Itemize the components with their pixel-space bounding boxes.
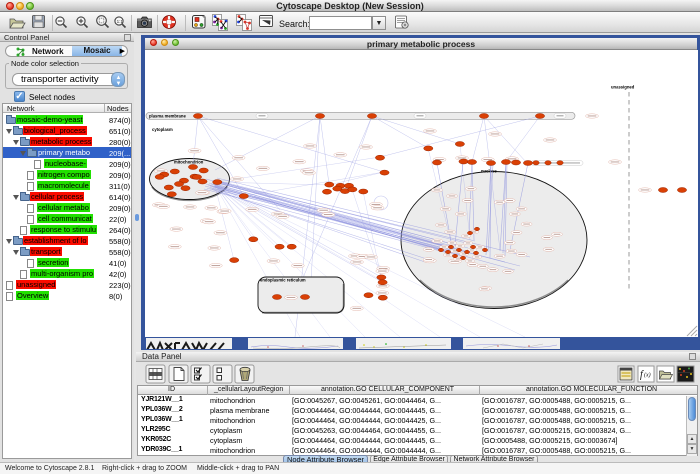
svg-text:1:1: 1:1	[117, 19, 124, 24]
svg-text:endoplasmic reticulum: endoplasmic reticulum	[260, 278, 306, 283]
svg-text:unassigned: unassigned	[611, 85, 635, 90]
svg-text:(x): (x)	[644, 372, 651, 379]
svg-text:mitochondrion: mitochondrion	[174, 160, 204, 165]
svg-text:plasma membrane: plasma membrane	[149, 114, 186, 119]
svg-text:nucleus: nucleus	[481, 169, 497, 174]
svg-text:cytoplasm: cytoplasm	[152, 127, 173, 132]
